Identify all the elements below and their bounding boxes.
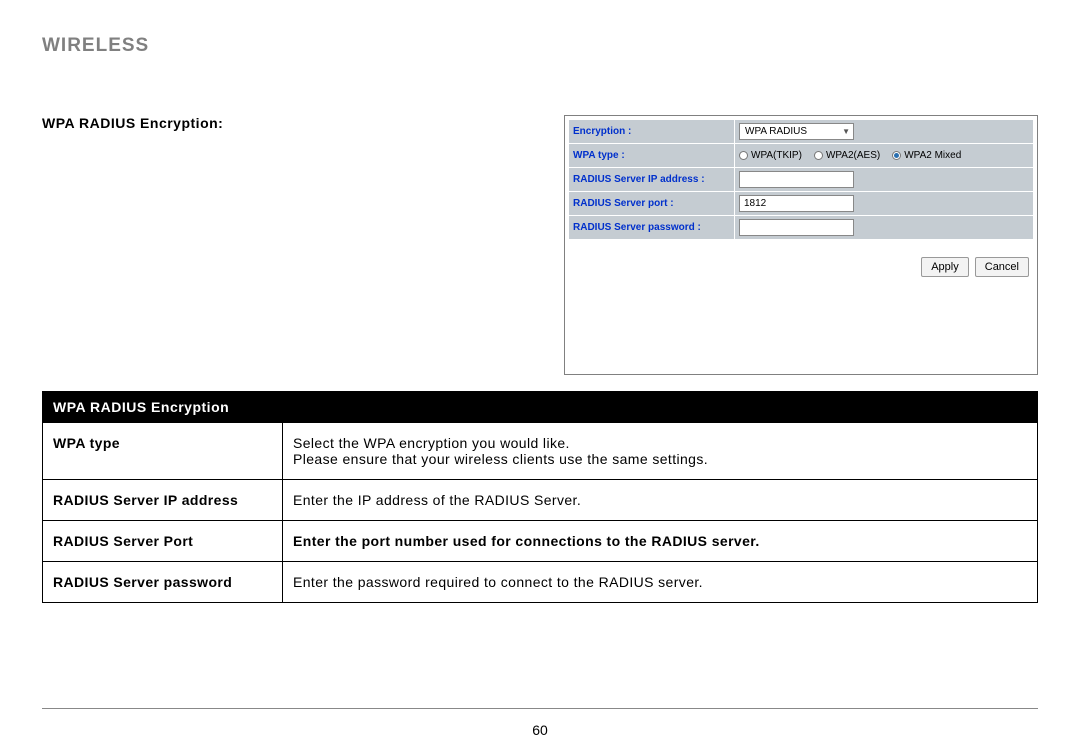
cancel-button[interactable]: Cancel bbox=[975, 257, 1029, 277]
table-row: WPA type Select the WPA encryption you w… bbox=[43, 423, 1038, 480]
row-encryption: Encryption : WPA RADIUS ▼ bbox=[569, 120, 1033, 143]
value-cell: WPA(TKIP) WPA2(AES) WPA2 Mixed bbox=[735, 144, 1033, 167]
description-table: WPA RADIUS Encryption WPA type Select th… bbox=[42, 391, 1038, 603]
row-name: RADIUS Server IP address bbox=[43, 480, 283, 521]
row-radius-ip: RADIUS Server IP address : bbox=[569, 168, 1033, 191]
footer-divider bbox=[42, 708, 1038, 709]
radius-ip-input[interactable] bbox=[739, 171, 854, 188]
radio-label: WPA2 Mixed bbox=[904, 150, 961, 161]
radius-password-label: RADIUS Server password : bbox=[573, 222, 701, 233]
radius-ip-label: RADIUS Server IP address : bbox=[573, 174, 705, 185]
row-name: RADIUS Server password bbox=[43, 562, 283, 603]
chevron-down-icon: ▼ bbox=[842, 127, 850, 136]
radius-password-input[interactable] bbox=[739, 219, 854, 236]
page-title: WIRELESS bbox=[42, 35, 1038, 57]
row-desc: Enter the password required to connect t… bbox=[283, 562, 1038, 603]
radio-label: WPA2(AES) bbox=[826, 150, 880, 161]
value-cell: 1812 bbox=[735, 192, 1033, 215]
encryption-select[interactable]: WPA RADIUS ▼ bbox=[739, 123, 854, 140]
radio-wpa2-aes[interactable]: WPA2(AES) bbox=[814, 150, 880, 161]
page-number: 60 bbox=[0, 722, 1080, 738]
label-cell: RADIUS Server port : bbox=[569, 192, 734, 215]
radio-wpa-tkip[interactable]: WPA(TKIP) bbox=[739, 150, 802, 161]
section-label: WPA RADIUS Encryption: bbox=[42, 115, 564, 375]
encryption-value: WPA RADIUS bbox=[745, 126, 807, 137]
label-cell: RADIUS Server password : bbox=[569, 216, 734, 239]
radio-icon bbox=[892, 151, 901, 160]
row-radius-port: RADIUS Server port : 1812 bbox=[569, 192, 1033, 215]
table-row: RADIUS Server Port Enter the port number… bbox=[43, 521, 1038, 562]
config-panel: Encryption : WPA RADIUS ▼ WPA type : bbox=[564, 115, 1038, 375]
label-cell: WPA type : bbox=[569, 144, 734, 167]
row-desc: Enter the port number used for connectio… bbox=[283, 521, 1038, 562]
table-row: RADIUS Server IP address Enter the IP ad… bbox=[43, 480, 1038, 521]
radius-port-value: 1812 bbox=[744, 198, 766, 209]
table-header: WPA RADIUS Encryption bbox=[43, 392, 1038, 423]
label-cell: RADIUS Server IP address : bbox=[569, 168, 734, 191]
value-cell bbox=[735, 216, 1033, 239]
row-name: WPA type bbox=[43, 423, 283, 480]
row-wpa-type: WPA type : WPA(TKIP) WPA2(AES) bbox=[569, 144, 1033, 167]
encryption-label: Encryption : bbox=[573, 126, 631, 137]
label-cell: Encryption : bbox=[569, 120, 734, 143]
radio-wpa2-mixed[interactable]: WPA2 Mixed bbox=[892, 150, 961, 161]
radius-port-label: RADIUS Server port : bbox=[573, 198, 674, 209]
value-cell bbox=[735, 168, 1033, 191]
wpa-type-radio-group: WPA(TKIP) WPA2(AES) WPA2 Mixed bbox=[739, 150, 961, 161]
radius-port-input[interactable]: 1812 bbox=[739, 195, 854, 212]
radio-icon bbox=[814, 151, 823, 160]
apply-button[interactable]: Apply bbox=[921, 257, 969, 277]
table-row: RADIUS Server password Enter the passwor… bbox=[43, 562, 1038, 603]
row-desc: Enter the IP address of the RADIUS Serve… bbox=[283, 480, 1038, 521]
row-name: RADIUS Server Port bbox=[43, 521, 283, 562]
row-radius-password: RADIUS Server password : bbox=[569, 216, 1033, 239]
row-desc: Select the WPA encryption you would like… bbox=[283, 423, 1038, 480]
radio-label: WPA(TKIP) bbox=[751, 150, 802, 161]
button-row: Apply Cancel bbox=[569, 257, 1033, 277]
wpa-type-label: WPA type : bbox=[573, 150, 625, 161]
value-cell: WPA RADIUS ▼ bbox=[735, 120, 1033, 143]
radio-icon bbox=[739, 151, 748, 160]
